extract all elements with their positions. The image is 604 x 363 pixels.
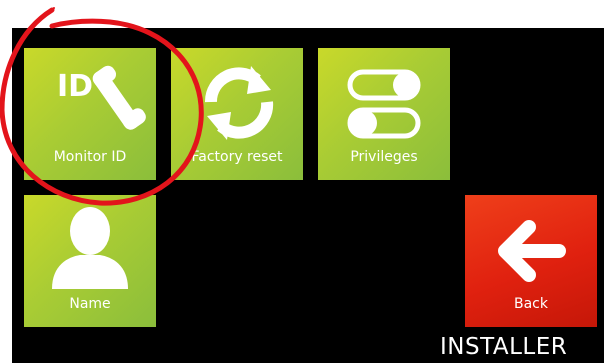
monitor-id-phone-icon: ID <box>24 48 156 160</box>
installer-screen: ID Monitor ID Factory reset Privileges N… <box>12 28 604 363</box>
arrow-left-icon <box>465 195 597 307</box>
svg-text:ID: ID <box>57 69 93 104</box>
factory-reset-label: Factory reset <box>191 149 283 165</box>
back-label: Back <box>514 296 548 312</box>
monitor-id-button[interactable]: ID Monitor ID <box>24 48 156 180</box>
name-button[interactable]: Name <box>24 195 156 327</box>
factory-reset-button[interactable]: Factory reset <box>171 48 303 180</box>
privileges-button[interactable]: Privileges <box>318 48 450 180</box>
back-button[interactable]: Back <box>465 195 597 327</box>
monitor-id-label: Monitor ID <box>53 149 127 165</box>
privileges-toggle-icon <box>318 48 450 160</box>
factory-reset-icon <box>171 48 303 160</box>
privileges-label: Privileges <box>350 149 418 165</box>
screen-title: INSTALLER <box>440 334 568 360</box>
name-label: Name <box>69 296 111 312</box>
user-silhouette-icon <box>24 195 156 307</box>
